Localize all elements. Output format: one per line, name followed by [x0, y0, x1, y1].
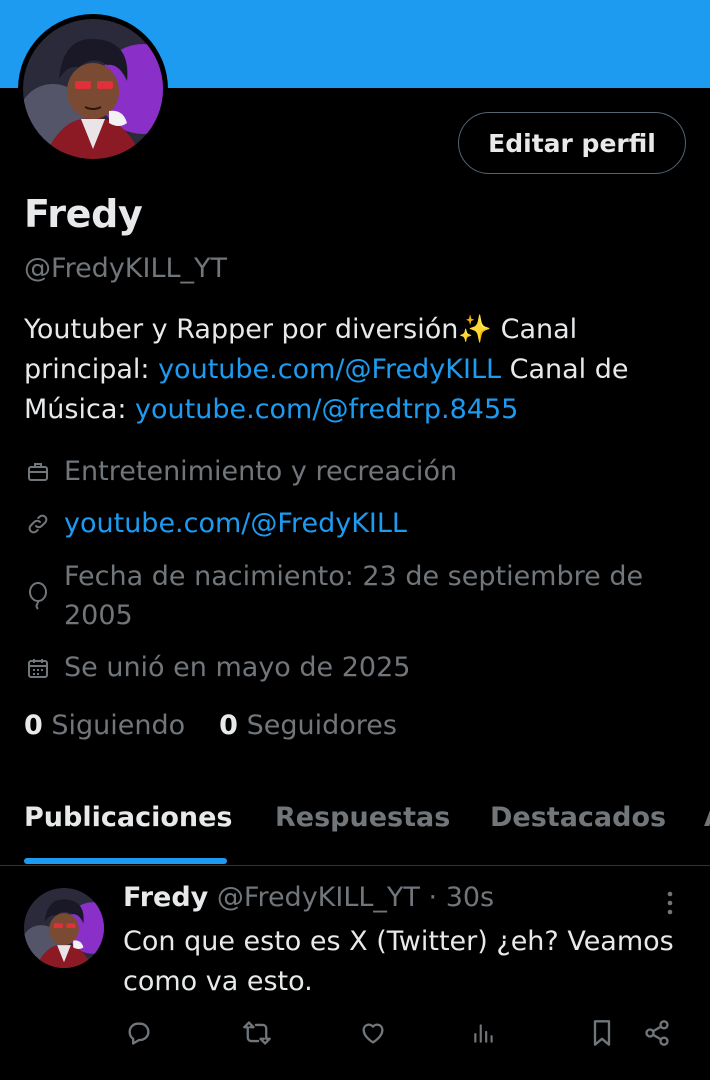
post-avatar[interactable] [24, 888, 104, 968]
follow-stats: 0 Siguiendo 0 Seguidores [24, 710, 397, 741]
edit-profile-button[interactable]: Editar perfil [458, 112, 686, 174]
post-separator: · [428, 882, 438, 913]
balloon-icon [24, 557, 52, 635]
post-item[interactable]: Fredy @FredyKILL_YT · 30s Con que esto e… [0, 866, 710, 1080]
profile-handle: @FredyKILL_YT [24, 253, 228, 284]
tab-publicaciones[interactable]: Publicaciones [24, 802, 233, 833]
reply-icon[interactable] [122, 1016, 156, 1050]
briefcase-icon [24, 452, 52, 491]
post-text: Con que esto es X (Twitter) ¿eh? Veamos … [123, 926, 674, 997]
tab-respuestas[interactable]: Respuestas [275, 802, 450, 833]
post-time[interactable]: 30s [446, 882, 494, 913]
like-icon[interactable] [356, 1016, 390, 1050]
bio-link-main-channel[interactable]: youtube.com/@FredyKILL [158, 354, 501, 385]
meta-joined: Se unió en mayo de 2025 [24, 648, 410, 687]
post-author-name[interactable]: Fredy [123, 882, 208, 913]
views-icon[interactable] [467, 1016, 501, 1050]
followers-label: Seguidores [246, 710, 397, 741]
website-link[interactable]: youtube.com/@FredyKILL [64, 504, 407, 543]
birthday-text: Fecha de nacimiento: 23 de septiembre de… [64, 561, 644, 631]
link-icon [24, 504, 52, 543]
calendar-icon [24, 648, 52, 687]
tab-next-partial[interactable]: A [704, 802, 710, 833]
post-header: Fredy @FredyKILL_YT · 30s [123, 882, 494, 913]
following-count: 0 [24, 710, 43, 741]
profile-avatar[interactable] [18, 14, 168, 164]
bio-link-music-channel[interactable]: youtube.com/@fredtrp.8455 [135, 394, 518, 425]
avatar-image [23, 19, 163, 159]
profile-tabs: Publicaciones Respuestas Destacados A [0, 780, 710, 866]
category-text: Entretenimiento y recreación [64, 456, 458, 487]
meta-category: Entretenimiento y recreación [24, 452, 457, 491]
post-author-handle[interactable]: @FredyKILL_YT [217, 882, 420, 913]
post-avatar-image [24, 888, 104, 968]
following-link[interactable]: 0 Siguiendo [24, 710, 185, 741]
profile-name: Fredy [24, 192, 143, 236]
repost-icon[interactable] [240, 1016, 274, 1050]
followers-count: 0 [219, 710, 238, 741]
share-icon[interactable] [640, 1016, 674, 1050]
tab-destacados[interactable]: Destacados [490, 802, 666, 833]
followers-link[interactable]: 0 Seguidores [219, 710, 397, 741]
meta-birthday: Fecha de nacimiento: 23 de septiembre de… [24, 557, 664, 635]
joined-text: Se unió en mayo de 2025 [64, 652, 411, 683]
following-label: Siguiendo [51, 710, 186, 741]
more-options-icon[interactable] [660, 888, 680, 918]
active-tab-indicator [24, 858, 227, 864]
bookmark-icon[interactable] [585, 1016, 619, 1050]
meta-website[interactable]: youtube.com/@FredyKILL [24, 504, 407, 543]
profile-bio: Youtuber y Rapper por diversión✨ Canal p… [24, 310, 674, 430]
